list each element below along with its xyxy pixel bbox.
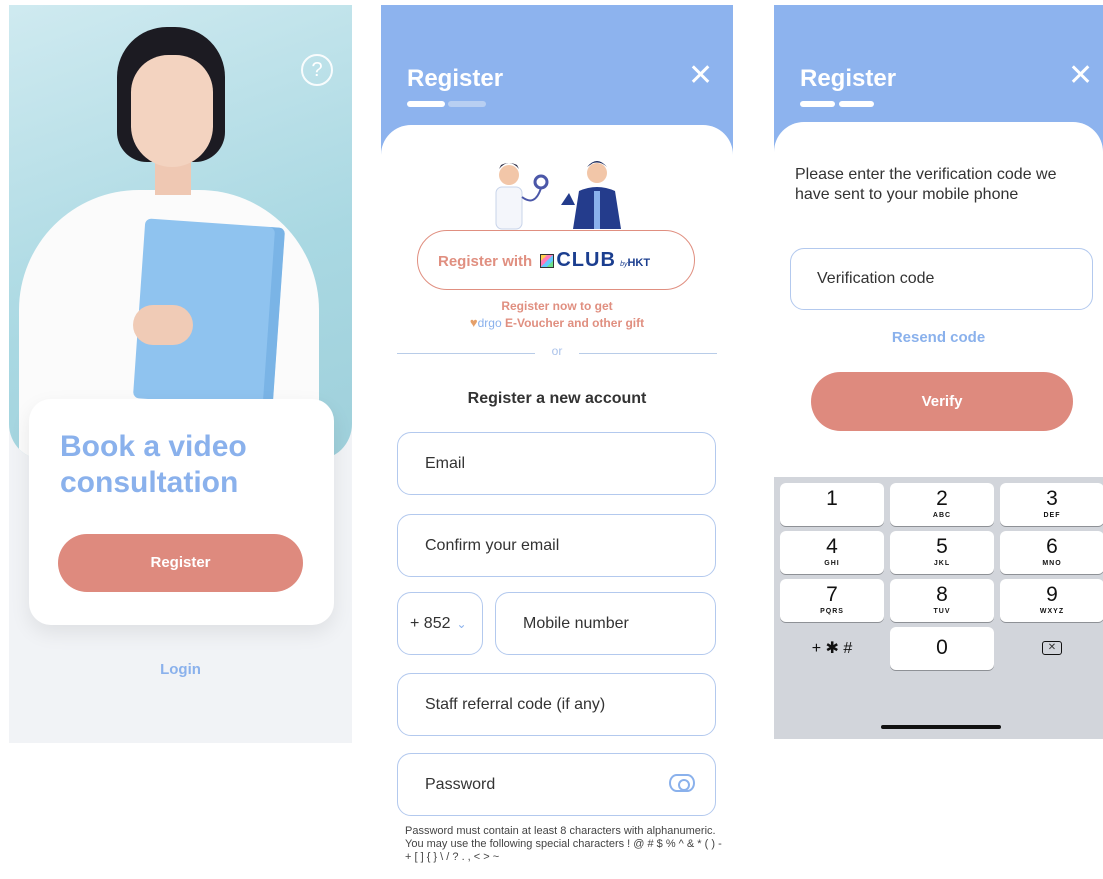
country-code-value: + 852 bbox=[410, 615, 451, 632]
heart-icon: ♥ bbox=[469, 315, 478, 330]
login-link[interactable]: Login bbox=[9, 661, 352, 678]
password-hint: Password must contain at least 8 charact… bbox=[405, 825, 722, 863]
section-title: Register a new account bbox=[467, 390, 647, 407]
key-5[interactable]: 5 JKL bbox=[890, 531, 994, 574]
headline: Book a video consultation bbox=[60, 430, 247, 499]
nurse-face bbox=[131, 55, 213, 167]
key-digit: 0 bbox=[936, 636, 948, 659]
close-icon[interactable]: ✕ bbox=[1068, 61, 1093, 91]
resend-code-link[interactable]: Resend code bbox=[774, 329, 1103, 346]
help-icon[interactable]: ? bbox=[301, 54, 333, 86]
key-digit: 2 bbox=[936, 487, 948, 510]
club-prefix: Register with bbox=[438, 253, 533, 270]
key-7[interactable]: 7 PQRS bbox=[780, 579, 884, 622]
key-letters: PQRS bbox=[820, 608, 844, 615]
country-code-select[interactable]: + 852 ⌄ bbox=[397, 592, 483, 655]
referral-code-field[interactable]: Staff referral code (if any) bbox=[397, 673, 716, 736]
key-letters: MNO bbox=[1042, 560, 1062, 567]
nurse-hand bbox=[133, 305, 193, 345]
club-partner: HKT bbox=[627, 257, 651, 269]
key-3[interactable]: 3 DEF bbox=[1000, 483, 1103, 526]
close-icon[interactable]: ✕ bbox=[688, 61, 713, 91]
key-digit: 7 bbox=[826, 583, 838, 606]
backspace-key[interactable]: ✕ bbox=[1000, 627, 1103, 670]
confirm-email-placeholder: Confirm your email bbox=[425, 537, 560, 554]
key-1[interactable]: 1 bbox=[780, 483, 884, 526]
register-form-screen: Register ✕ Register with CLUB byHKT Regi… bbox=[381, 5, 733, 879]
verify-button[interactable]: Verify bbox=[811, 372, 1073, 431]
numeric-keypad: 1 2 ABC 3 DEF 4 GHI 5 JKL 6 MNO 7 PQRS 8 TUV 9 W… bbox=[774, 477, 1103, 739]
key-8[interactable]: 8 TUV bbox=[890, 579, 994, 622]
key-2[interactable]: 2 ABC bbox=[890, 483, 994, 526]
key-letters: TUV bbox=[933, 608, 951, 615]
show-password-icon[interactable] bbox=[669, 774, 695, 792]
register-button[interactable]: Register bbox=[58, 534, 303, 592]
page-title: Register bbox=[407, 65, 504, 92]
verification-screen: Register ✕ Please enter the verification… bbox=[774, 5, 1103, 739]
register-with-club-button[interactable]: Register with CLUB byHKT bbox=[417, 230, 695, 290]
key-symbols[interactable]: + ✱ # bbox=[780, 627, 884, 670]
doctors-illustration bbox=[495, 161, 621, 230]
divider-right bbox=[579, 353, 717, 354]
key-letters: GHI bbox=[824, 560, 840, 567]
email-field[interactable]: Email bbox=[397, 432, 716, 495]
chevron-down-icon: ⌄ bbox=[456, 617, 467, 631]
instruction-text: Please enter the verification code we ha… bbox=[795, 166, 1057, 203]
verification-code-placeholder: Verification code bbox=[817, 270, 935, 287]
key-digit: 3 bbox=[1046, 487, 1058, 510]
key-digit: 1 bbox=[826, 487, 838, 510]
password-field[interactable]: Password bbox=[397, 753, 716, 816]
welcome-screen: ? Book a video consultation Register Log… bbox=[9, 5, 352, 743]
club-brand: CLUB bbox=[556, 249, 616, 271]
key-digit: 5 bbox=[936, 535, 948, 558]
progress-step-active bbox=[839, 101, 874, 107]
key-6[interactable]: 6 MNO bbox=[1000, 531, 1103, 574]
home-indicator bbox=[881, 725, 1001, 729]
referral-placeholder: Staff referral code (if any) bbox=[425, 696, 606, 713]
mobile-placeholder: Mobile number bbox=[523, 615, 629, 632]
key-letters: ABC bbox=[932, 512, 952, 519]
promo-line1: Register now to get bbox=[501, 299, 613, 313]
key-letters: DEF bbox=[1043, 512, 1061, 519]
symbols-label: + ✱ # bbox=[811, 640, 853, 657]
club-logo-icon bbox=[540, 254, 555, 268]
key-0[interactable]: 0 bbox=[890, 627, 994, 670]
mobile-number-field[interactable]: Mobile number bbox=[495, 592, 716, 655]
key-digit: 6 bbox=[1046, 535, 1058, 558]
page-title: Register bbox=[800, 65, 897, 92]
promo-line2: ♥drgo E-Voucher and other gift bbox=[381, 315, 733, 330]
or-separator: or bbox=[551, 344, 563, 358]
welcome-card: Book a video consultation Register bbox=[29, 399, 334, 625]
backspace-icon: ✕ bbox=[1042, 641, 1062, 655]
drgo-logo: drgo bbox=[477, 316, 502, 330]
key-digit: 9 bbox=[1046, 583, 1058, 606]
verification-code-input[interactable]: Verification code bbox=[790, 248, 1093, 310]
key-9[interactable]: 9 WXYZ bbox=[1000, 579, 1103, 622]
key-digit: 8 bbox=[936, 583, 948, 606]
confirm-email-field[interactable]: Confirm your email bbox=[397, 514, 716, 577]
password-placeholder: Password bbox=[425, 776, 496, 793]
progress-step-complete bbox=[800, 101, 835, 107]
progress-step-inactive bbox=[448, 101, 486, 107]
key-letters: JKL bbox=[933, 560, 951, 567]
hero-photo: ? bbox=[9, 5, 352, 460]
progress-step-active bbox=[407, 101, 445, 107]
key-letters: WXYZ bbox=[1039, 608, 1065, 615]
promo-voucher-text: E-Voucher and other gift bbox=[504, 316, 645, 330]
key-4[interactable]: 4 GHI bbox=[780, 531, 884, 574]
email-placeholder: Email bbox=[425, 455, 466, 472]
key-digit: 4 bbox=[826, 535, 838, 558]
